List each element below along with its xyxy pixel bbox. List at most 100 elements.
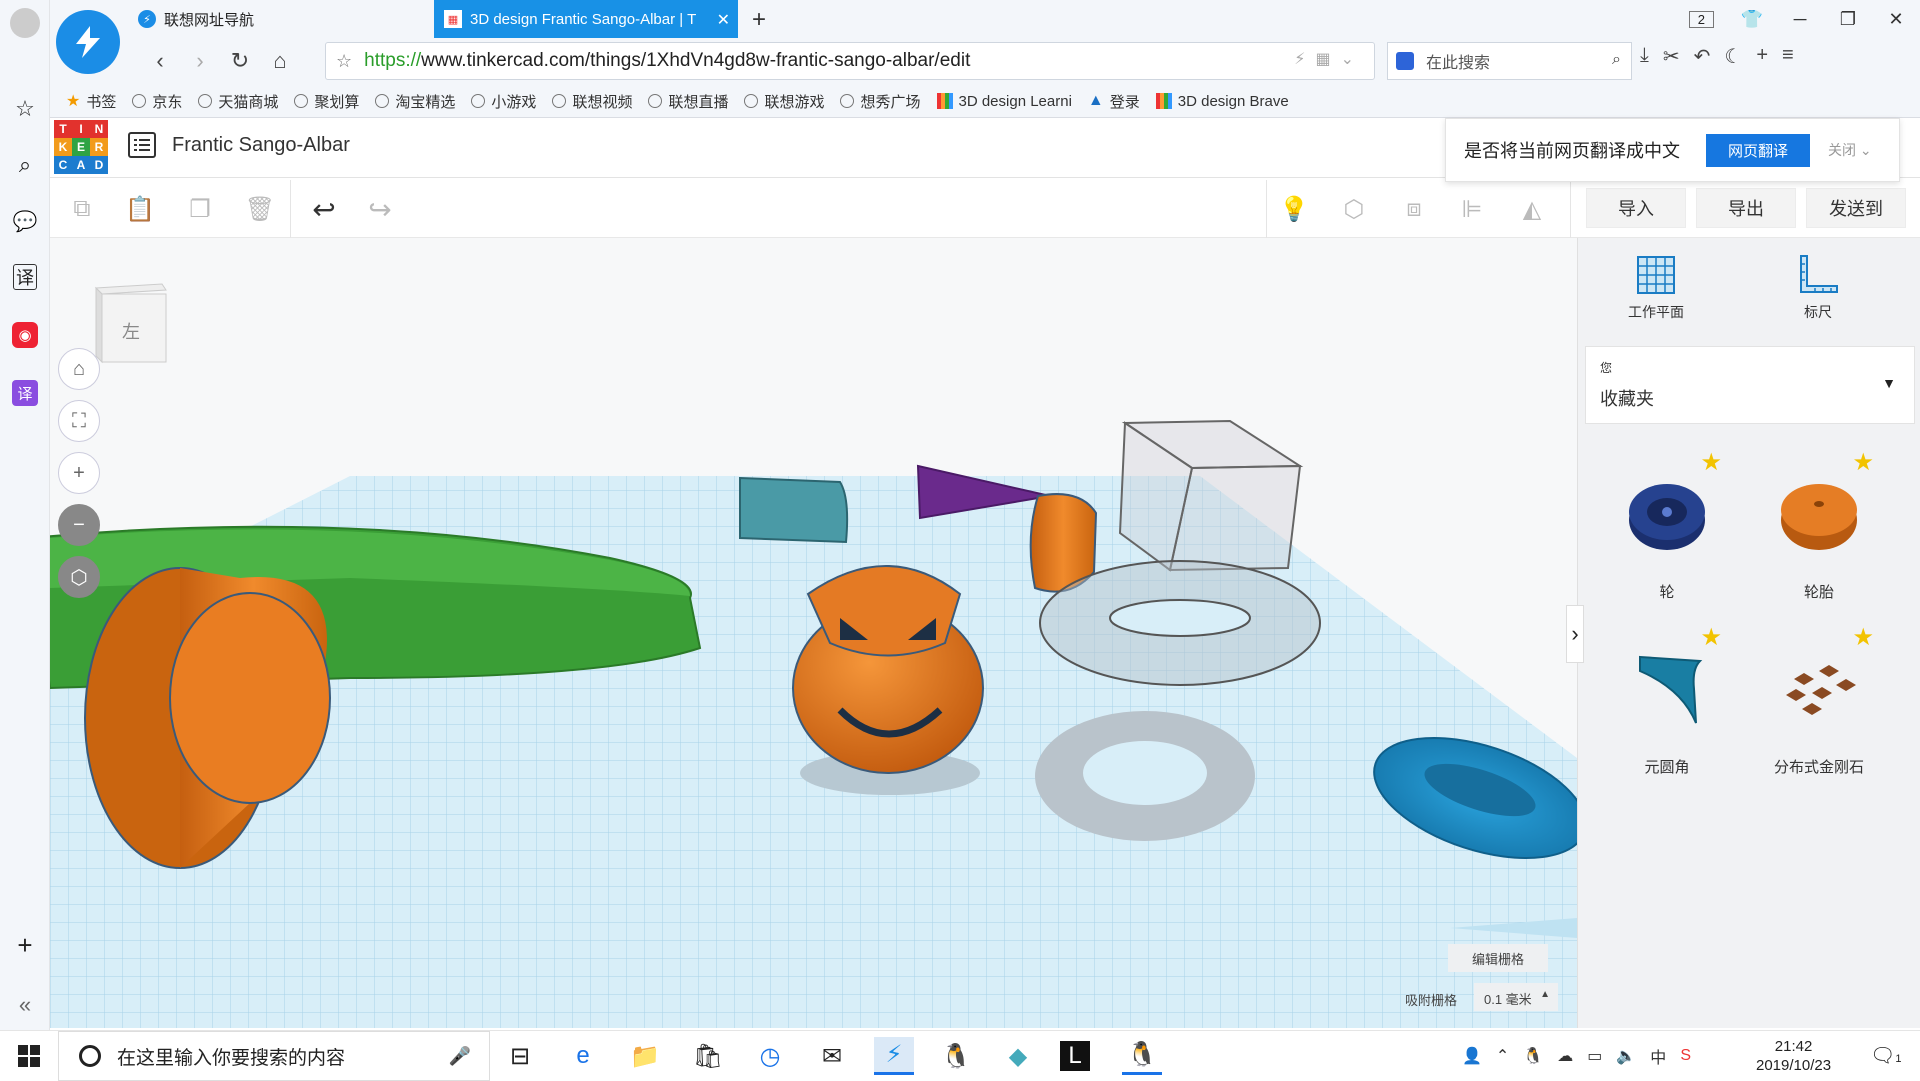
avatar[interactable] bbox=[10, 8, 40, 38]
maximize-button[interactable]: ❐ bbox=[1824, 9, 1872, 30]
mirror-icon[interactable]: ◭ bbox=[1514, 192, 1550, 226]
bookmark-item[interactable]: 联想游戏 bbox=[744, 91, 824, 112]
address-bar[interactable]: ☆ https:// www.tinkercad.com/things/1Xhd… bbox=[325, 42, 1375, 80]
fit-view-button[interactable]: ⛶ bbox=[58, 400, 100, 442]
edge-icon[interactable]: e bbox=[563, 1037, 603, 1075]
sogou-icon[interactable]: S bbox=[1680, 1047, 1691, 1065]
bookmark-item[interactable]: 联想直播 bbox=[648, 91, 728, 112]
qq-tray-icon[interactable]: 🐧 bbox=[1523, 1046, 1543, 1066]
tinkercad-logo[interactable]: T I N K E R C A D bbox=[54, 120, 108, 174]
teal-box[interactable] bbox=[739, 476, 849, 544]
clock[interactable]: 21:42 2019/10/23 bbox=[1756, 1037, 1831, 1075]
store-icon[interactable]: 🛍 bbox=[688, 1037, 728, 1075]
taskbar-search[interactable]: 在这里输入你要搜索的内容 🎤 bbox=[58, 1031, 490, 1081]
light-bulb-icon[interactable]: 💡 bbox=[1276, 192, 1312, 226]
minimize-button[interactable]: ─ bbox=[1776, 9, 1824, 30]
battery-icon[interactable]: ▭ bbox=[1587, 1046, 1602, 1066]
qq-icon[interactable]: 🐧 bbox=[1122, 1037, 1162, 1075]
delete-icon[interactable]: 🗑 bbox=[242, 192, 278, 226]
chat-icon[interactable]: 💬 bbox=[10, 206, 40, 236]
bookmark-item[interactable]: 想秀广场 bbox=[840, 91, 921, 112]
menu-icon[interactable]: ≡ bbox=[1782, 44, 1794, 69]
edit-grid-button[interactable]: 编辑栅格 bbox=[1448, 944, 1548, 972]
tab-count-badge[interactable]: 2 bbox=[1688, 10, 1714, 28]
search-box[interactable]: 在此搜索 ⌕ bbox=[1387, 42, 1632, 80]
view-cube[interactable]: 左 bbox=[88, 280, 170, 364]
transparent-box[interactable] bbox=[1118, 419, 1304, 572]
align-icon[interactable]: ⊫ bbox=[1454, 192, 1490, 226]
add-icon[interactable]: + bbox=[10, 930, 40, 960]
volume-icon[interactable]: 🔈 bbox=[1616, 1046, 1636, 1066]
new-tab-button[interactable]: + bbox=[752, 6, 766, 34]
start-button[interactable] bbox=[0, 1031, 58, 1081]
chevron-up-icon[interactable]: ⌃ bbox=[1496, 1046, 1509, 1066]
scissors-icon[interactable]: ✂ bbox=[1663, 44, 1680, 69]
favorite-star-icon[interactable]: ★ bbox=[1852, 623, 1874, 652]
bookmark-item[interactable]: 小游戏 bbox=[471, 91, 536, 112]
favorites-star-icon[interactable]: ☆ bbox=[10, 94, 40, 124]
workplane-button[interactable]: 工作平面 bbox=[1586, 254, 1726, 322]
bookmark-item[interactable]: 聚划算 bbox=[294, 91, 359, 112]
bookmark-item[interactable]: 天猫商城 bbox=[198, 91, 278, 112]
export-button[interactable]: 导出 bbox=[1696, 188, 1796, 228]
bookmark-item[interactable]: 联想视频 bbox=[552, 91, 632, 112]
translate-icon[interactable]: 译 bbox=[13, 264, 37, 290]
search-engine-icon[interactable] bbox=[1396, 52, 1414, 70]
collapse-sidebar-icon[interactable]: « bbox=[10, 990, 40, 1020]
app-l-icon[interactable]: L bbox=[1060, 1041, 1090, 1071]
close-window-button[interactable]: ✕ bbox=[1872, 9, 1920, 30]
collapse-panel-button[interactable]: › bbox=[1566, 605, 1584, 663]
ungroup-icon[interactable]: ⧈ bbox=[1396, 192, 1432, 226]
shape-library-select[interactable]: 您 收藏夹 ▼ bbox=[1585, 346, 1915, 424]
search-icon[interactable]: ⌕ bbox=[10, 150, 40, 180]
design-title[interactable]: Frantic Sango-Albar bbox=[172, 134, 350, 157]
cloud-icon[interactable]: ☁ bbox=[1557, 1046, 1573, 1066]
ime-indicator[interactable]: 中 bbox=[1650, 1044, 1666, 1068]
forward-button[interactable]: › bbox=[180, 48, 220, 74]
browser-logo-button[interactable] bbox=[56, 10, 120, 74]
address-actions-icon[interactable]: ⚡▦⌄ bbox=[1294, 49, 1364, 69]
translate-button[interactable]: 网页翻译 bbox=[1706, 133, 1811, 167]
shape-diamonds[interactable]: ★ 分布式金刚石 bbox=[1744, 623, 1894, 783]
home-button[interactable]: ⌂ bbox=[260, 48, 300, 74]
app-icon[interactable]: ◉ bbox=[12, 322, 38, 348]
bookmark-item[interactable]: 3D design Brave bbox=[1155, 93, 1289, 110]
redo-icon[interactable]: ↪ bbox=[362, 192, 398, 226]
translate-close-button[interactable]: 关闭 ⌄ bbox=[1828, 140, 1872, 160]
perspective-button[interactable]: ⬡ bbox=[58, 556, 100, 598]
download-icon[interactable]: ⤓ bbox=[1640, 44, 1649, 69]
favorite-star-icon[interactable]: ★ bbox=[1700, 448, 1722, 477]
app-icon[interactable]: ◆ bbox=[998, 1037, 1038, 1075]
bookmark-item[interactable]: ★ 书签 bbox=[66, 91, 116, 112]
shirt-icon[interactable]: 👕 bbox=[1728, 9, 1776, 30]
file-explorer-icon[interactable]: 📁 bbox=[625, 1037, 665, 1075]
shape-tire[interactable]: ★ 轮胎 bbox=[1744, 448, 1894, 608]
back-button[interactable]: ‹ bbox=[140, 48, 180, 74]
favorite-star-icon[interactable]: ★ bbox=[1700, 623, 1722, 652]
clock-app-icon[interactable]: ◷ bbox=[750, 1037, 790, 1075]
mail-icon[interactable]: ✉ bbox=[812, 1037, 852, 1075]
bookmark-item[interactable]: ▲ 登录 bbox=[1088, 91, 1140, 112]
import-button[interactable]: 导入 bbox=[1586, 188, 1686, 228]
reload-button[interactable]: ↻ bbox=[220, 48, 260, 74]
ruler-button[interactable]: 标尺 bbox=[1748, 254, 1888, 322]
design-list-icon[interactable] bbox=[128, 132, 156, 158]
lenovo-browser-icon[interactable]: ⚡ bbox=[874, 1037, 914, 1075]
bookmark-item[interactable]: 3D design Learni bbox=[936, 93, 1072, 110]
people-icon[interactable]: 👤 bbox=[1462, 1046, 1482, 1066]
notification-icon[interactable]: 🗨1 bbox=[1870, 1043, 1902, 1068]
3d-viewport[interactable]: 左 ⌂ ⛶ + − ⬡ 编辑栅格 吸附栅格 0.1 毫米 ▲ bbox=[50, 238, 1577, 1028]
undo-icon[interactable]: ↩ bbox=[306, 192, 342, 226]
duplicate-icon[interactable]: ❐ bbox=[182, 192, 218, 226]
paste-icon[interactable]: 📋 bbox=[122, 192, 158, 226]
zoom-out-button[interactable]: − bbox=[58, 504, 100, 546]
qq-icon[interactable]: 🐧 bbox=[936, 1037, 976, 1075]
close-tab-icon[interactable]: ✕ bbox=[717, 10, 730, 30]
snap-grid-select[interactable]: 0.1 毫米 ▲ bbox=[1474, 983, 1558, 1011]
bookmark-item[interactable]: 淘宝精选 bbox=[375, 91, 455, 112]
bookmark-item[interactable]: 京东 bbox=[132, 91, 182, 112]
zoom-in-button[interactable]: + bbox=[58, 452, 100, 494]
translate-app-icon[interactable]: 译 bbox=[12, 380, 38, 406]
undo-close-icon[interactable]: ↶ bbox=[1694, 44, 1711, 69]
bookmark-star-icon[interactable]: ☆ bbox=[336, 51, 352, 72]
